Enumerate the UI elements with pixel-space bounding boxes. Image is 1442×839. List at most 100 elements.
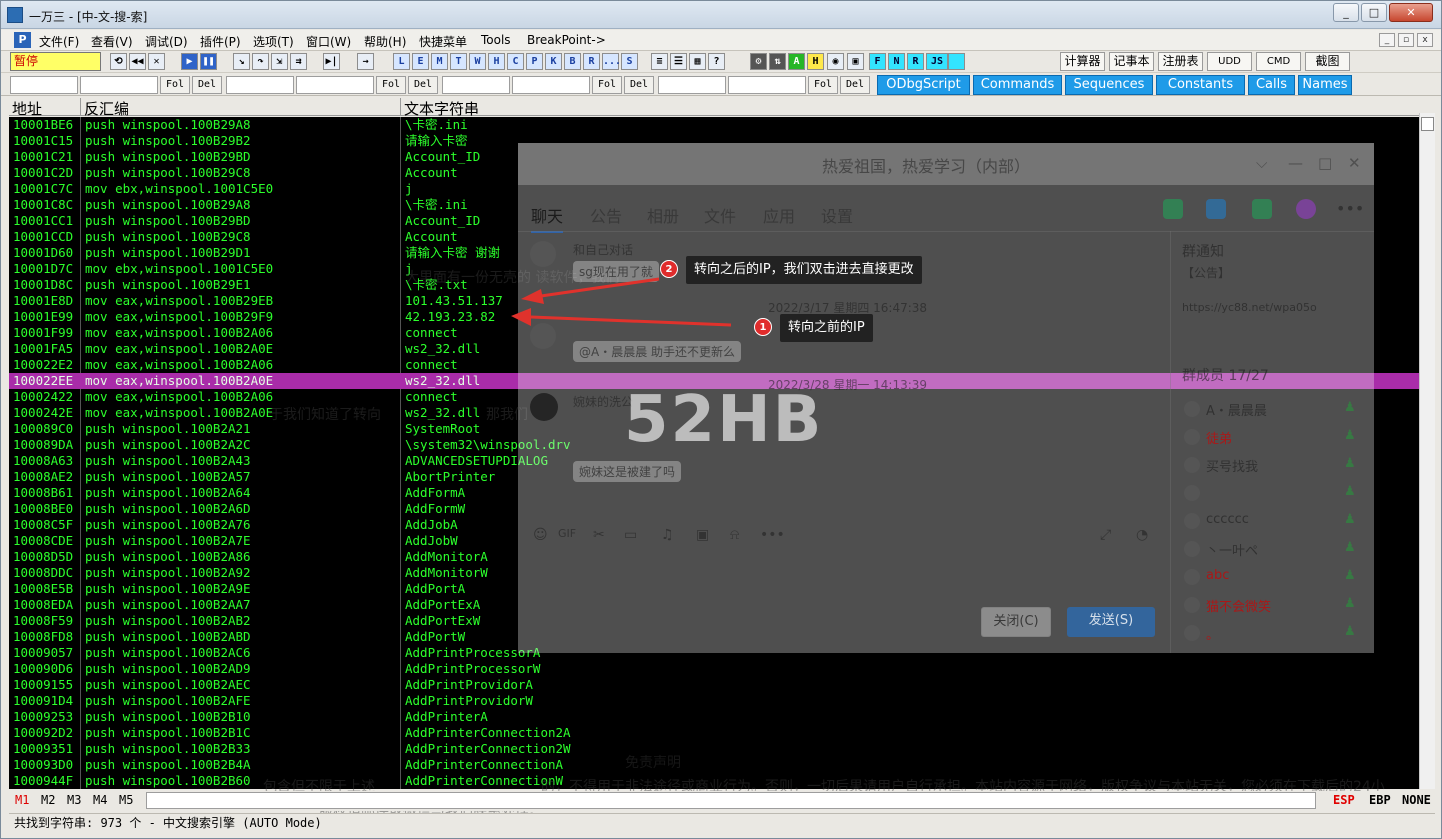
plugin-b-icon[interactable]: ⇅: [769, 53, 786, 70]
references-icon[interactable]: R: [583, 53, 600, 70]
calculator-button[interactable]: 计算器: [1060, 52, 1105, 71]
plugin-f-icon[interactable]: ▣: [847, 53, 864, 70]
trace-over-icon[interactable]: ⇉: [290, 53, 307, 70]
chat-tab-settings[interactable]: 设置: [821, 203, 853, 227]
register-none[interactable]: NONE: [1402, 793, 1431, 807]
trace-into-icon[interactable]: ⇲: [271, 53, 288, 70]
cpu-icon[interactable]: C: [507, 53, 524, 70]
chat-tab-notice[interactable]: 公告: [590, 203, 622, 227]
menu-help[interactable]: 帮助(H): [364, 33, 406, 50]
column-header-text[interactable]: 文本字符串: [401, 98, 1419, 118]
goto-icon[interactable]: →: [357, 53, 374, 70]
group-notice-link[interactable]: https://yc88.net/wpa05o: [1182, 301, 1317, 314]
scrollbar-thumb[interactable]: [1421, 117, 1434, 131]
quick-field-8[interactable]: [728, 76, 806, 94]
tab-names[interactable]: Names: [1298, 75, 1352, 95]
del-button-2[interactable]: Del: [408, 76, 438, 94]
image-icon[interactable]: ▣: [696, 527, 709, 543]
member-name[interactable]: 。: [1206, 624, 1219, 643]
scissors-icon[interactable]: ✂: [593, 527, 605, 543]
mdi-restore-button[interactable]: ▫: [1398, 33, 1414, 47]
open-icon[interactable]: ⟲: [110, 53, 127, 70]
quick-field-7[interactable]: [658, 76, 726, 94]
menu-debug[interactable]: 调试(D): [145, 33, 188, 50]
plugin-blank-button[interactable]: [948, 53, 965, 70]
memory-tab-m3[interactable]: M3: [67, 793, 81, 807]
log-window-icon[interactable]: L: [393, 53, 410, 70]
restart-icon[interactable]: ◀◀: [129, 53, 146, 70]
modules-icon[interactable]: E: [412, 53, 429, 70]
plugin-n-button[interactable]: N: [888, 53, 905, 70]
memory-icon[interactable]: M: [431, 53, 448, 70]
member-name[interactable]: abc: [1206, 568, 1229, 583]
table-row[interactable]: 10009253 push winspool.100B2B10 AddPrinter…: [9, 709, 1419, 725]
cmd-button[interactable]: CMD: [1256, 52, 1301, 71]
plugin-d-icon[interactable]: H: [807, 53, 824, 70]
menu-tools[interactable]: Tools: [481, 33, 511, 47]
member-name[interactable]: 丶一叶ペ: [1206, 540, 1258, 559]
tab-odbgscript[interactable]: ODbgScript: [877, 75, 970, 95]
memory-tab-m1[interactable]: M1: [15, 793, 29, 807]
breakpoints-icon[interactable]: B: [564, 53, 581, 70]
phone-icon[interactable]: [1163, 199, 1183, 219]
add-app-icon[interactable]: [1296, 199, 1316, 219]
tab-constants[interactable]: Constants: [1156, 75, 1245, 95]
share-screen-icon[interactable]: [1252, 199, 1272, 219]
plugin-r-button[interactable]: R: [907, 53, 924, 70]
chat-close-icon[interactable]: ✕: [1348, 154, 1361, 172]
fol-button-3[interactable]: Fol: [592, 76, 622, 94]
screenshot-button[interactable]: 截图: [1305, 52, 1350, 71]
chat-minimize-icon[interactable]: —: [1288, 154, 1303, 172]
vertical-scrollbar[interactable]: [1419, 113, 1435, 789]
options-icon[interactable]: ☰: [670, 53, 687, 70]
plugin-f-button[interactable]: F: [869, 53, 886, 70]
plugin-js-button[interactable]: JS: [926, 53, 948, 70]
music-icon[interactable]: ♫: [661, 527, 674, 543]
plugin-a-icon[interactable]: ⚙: [750, 53, 767, 70]
more-icon[interactable]: •••: [1336, 199, 1364, 218]
emoji-icon[interactable]: ☺: [533, 527, 548, 543]
mdi-close-button[interactable]: x: [1417, 33, 1433, 47]
quick-field-5[interactable]: [442, 76, 510, 94]
folder-icon[interactable]: ▭: [624, 527, 637, 543]
menu-window[interactable]: 窗口(W): [306, 33, 351, 50]
del-button-1[interactable]: Del: [192, 76, 222, 94]
mdi-minimize-button[interactable]: _: [1379, 33, 1395, 47]
plugin-c-icon[interactable]: A: [788, 53, 805, 70]
command-input[interactable]: [146, 792, 1316, 809]
tab-calls[interactable]: Calls: [1248, 75, 1295, 95]
bell-icon[interactable]: ⍾: [730, 527, 739, 543]
notepad-button[interactable]: 记事本: [1109, 52, 1154, 71]
menu-shortcut[interactable]: 快捷菜单: [419, 33, 467, 50]
udd-button[interactable]: UDD: [1207, 52, 1252, 71]
member-name[interactable]: 买号找我: [1206, 456, 1258, 475]
memory-tab-m4[interactable]: M4: [93, 793, 107, 807]
fol-button-4[interactable]: Fol: [808, 76, 838, 94]
run-icon[interactable]: ▶: [181, 53, 198, 70]
chat-menu-icon[interactable]: ⌵: [1256, 154, 1267, 172]
handles-icon[interactable]: H: [488, 53, 505, 70]
chat-tab-chat[interactable]: 聊天: [531, 203, 564, 233]
expand-icon[interactable]: ⤢: [1100, 527, 1111, 543]
menu-view[interactable]: 查看(V): [91, 33, 133, 50]
memory-tab-m5[interactable]: M5: [119, 793, 133, 807]
history-icon[interactable]: ◔: [1136, 527, 1148, 543]
run-trace-icon[interactable]: ...: [602, 53, 621, 70]
menu-plugins[interactable]: 插件(P): [200, 33, 241, 50]
source-icon[interactable]: S: [621, 53, 638, 70]
chat-close-button[interactable]: 关闭(C): [981, 607, 1051, 637]
member-name[interactable]: A・晨晨晨: [1206, 400, 1267, 419]
threads-icon[interactable]: T: [450, 53, 467, 70]
call-stack-icon[interactable]: K: [545, 53, 562, 70]
member-name[interactable]: 徒弟: [1206, 428, 1232, 447]
more-tools-icon[interactable]: •••: [760, 527, 785, 543]
step-over-icon[interactable]: ↷: [252, 53, 269, 70]
memory-tab-m2[interactable]: M2: [41, 793, 55, 807]
quick-field-6[interactable]: [512, 76, 590, 94]
close-button[interactable]: ✕: [1389, 3, 1433, 22]
plugin-icon[interactable]: P: [14, 32, 31, 48]
registry-button[interactable]: 注册表: [1158, 52, 1203, 71]
fol-button-2[interactable]: Fol: [376, 76, 406, 94]
close-proc-icon[interactable]: ✕: [148, 53, 165, 70]
execute-till-return-icon[interactable]: ▶|: [323, 53, 340, 70]
